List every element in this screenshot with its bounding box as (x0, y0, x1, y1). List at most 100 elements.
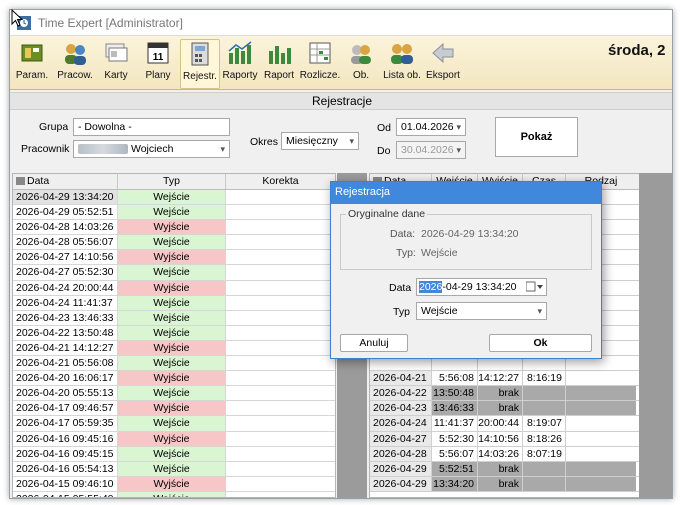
registration-date: 2026-04-29 05:52:51 (13, 205, 118, 220)
daily-row[interactable]: 2026-04-28 5:56:07 14:03:26 8:07:19 (370, 446, 672, 462)
registration-type: Wyjście (118, 250, 226, 265)
daily-row[interactable]: 2026-04-21 5:56:08 14:12:27 8:16:19 (370, 371, 672, 387)
daily-row[interactable]: 2026-04-29 13:34:20 brak (370, 476, 672, 492)
daily-kind (566, 386, 636, 401)
registration-correction (226, 281, 335, 295)
registration-dialog: Rejestracja Oryginalne dane Data: 2026-0… (330, 181, 602, 359)
registration-type: Wejście (118, 235, 226, 250)
daily-time (523, 476, 566, 491)
attendance-list-icon (391, 44, 413, 64)
toolbar-button-rejestr[interactable]: Rejestr. (180, 39, 220, 89)
toolbar-button-rozlicze[interactable]: Rozlicze. (299, 39, 341, 89)
daily-row[interactable]: 2026-04-22 13:50:48 brak (370, 386, 672, 402)
registration-row[interactable]: 2026-04-17 09:46:57 Wyjście (13, 401, 335, 417)
registration-date: 2026-04-20 16:06:17 (13, 371, 118, 386)
toolbar-button-ob[interactable]: Ob. (344, 39, 378, 89)
daily-out: brak (478, 461, 523, 476)
registration-date: 2026-04-16 09:45:16 (13, 431, 118, 446)
daily-in: 5:56:07 (432, 446, 478, 461)
chevron-down-icon: ▾ (537, 306, 542, 316)
registration-row[interactable]: 2026-04-16 09:45:15 Wejście (13, 446, 335, 462)
original-data-group: Oryginalne dane Data: 2026-04-29 13:34:2… (340, 208, 592, 270)
column-header-typ[interactable]: Typ (118, 174, 226, 189)
registration-row[interactable]: 2026-04-21 05:56:08 Wejście (13, 356, 335, 372)
registration-type: Wejście (118, 446, 226, 461)
registration-correction (226, 416, 335, 430)
toolbar-button-eksport[interactable]: Eksport (424, 39, 462, 89)
daily-kind (566, 476, 636, 491)
daily-row[interactable]: 2026-04-27 5:52:30 14:10:56 8:18:26 (370, 431, 672, 447)
daily-time (523, 461, 566, 476)
registration-row[interactable]: 2026-04-20 05:55:13 Wejście (13, 386, 335, 402)
pracownik-select[interactable]: Wojciech ▾ (73, 140, 230, 158)
registration-date: 2026-04-20 05:55:13 (13, 386, 118, 401)
calendar-icon: 11 (147, 42, 169, 64)
window-title: Time Expert [Administrator] (38, 16, 183, 30)
section-title: Rejestracje (10, 92, 672, 110)
daily-row[interactable]: 2026-04-23 13:46:33 brak (370, 401, 672, 417)
column-header-korekta[interactable]: Korekta (226, 174, 335, 189)
toolbar-button-raporty[interactable]: Raporty (220, 39, 260, 89)
ok-button[interactable]: Ok (489, 334, 592, 352)
okres-select[interactable]: Miesięczny ▾ (281, 132, 359, 150)
registration-row[interactable]: 2026-04-16 09:45:16 Wyjście (13, 431, 335, 447)
daily-row[interactable]: 2026-04-24 11:41:37 20:00:44 8:19:07 (370, 416, 672, 432)
daily-time: 8:16:19 (523, 371, 566, 386)
registration-row[interactable]: 2026-04-28 14:03:26 Wyjście (13, 220, 335, 236)
toolbar-button-param[interactable]: Param. (12, 39, 52, 89)
registrations-rows: 2026-04-29 13:34:20 Wejście 2026-04-29 05:… (13, 190, 335, 497)
attendance-icon (351, 45, 371, 64)
typ-select[interactable]: Wejście ▾ (416, 302, 547, 320)
registration-date: 2026-04-27 05:52:30 (13, 265, 118, 280)
registration-correction (226, 190, 335, 204)
daily-in: 13:46:33 (432, 401, 478, 416)
registration-correction (226, 447, 335, 461)
daily-out: 14:10:56 (478, 431, 523, 446)
od-date-picker[interactable]: 01.04.2026 ▾ (396, 118, 466, 136)
registration-row[interactable]: 2026-04-27 05:52:30 Wejście (13, 265, 335, 281)
registration-type: Wyjście (118, 340, 226, 356)
toolbar-button-raport[interactable]: Raport (262, 39, 296, 89)
registration-row[interactable]: 2026-04-29 13:34:20 Wejście (13, 190, 335, 206)
registration-row[interactable]: 2026-04-24 20:00:44 Wyjście (13, 280, 335, 296)
registration-row[interactable]: 2026-04-22 13:50:48 Wejście (13, 325, 335, 341)
pracownik-label: Pracownik (21, 143, 70, 155)
registration-row[interactable]: 2026-04-27 14:10:56 Wyjście (13, 250, 335, 266)
toolbar-button-plany[interactable]: 11 Plany (140, 39, 176, 89)
registration-correction (226, 432, 335, 446)
registration-correction (226, 235, 335, 249)
cancel-button[interactable]: Anuluj (340, 334, 408, 352)
registration-row[interactable]: 2026-04-23 13:46:33 Wejście (13, 310, 335, 326)
registration-row[interactable]: 2026-04-20 16:06:17 Wyjście (13, 371, 335, 387)
registration-correction (226, 296, 335, 310)
column-header-data[interactable]: Data (13, 174, 118, 189)
daily-out: brak (478, 386, 523, 401)
registration-row[interactable]: 2026-04-21 14:12:27 Wyjście (13, 340, 335, 357)
do-label: Do (377, 145, 391, 157)
show-button[interactable]: Pokaż (495, 117, 578, 157)
registration-row[interactable]: 2026-04-29 05:52:51 Wejście (13, 205, 335, 221)
daily-in: 5:52:51 (432, 461, 478, 476)
toolbar-button-karty[interactable]: Karty (98, 39, 134, 89)
registration-row[interactable]: 2026-04-15 05:55:40Wejście (13, 491, 335, 497)
daily-row[interactable]: 2026-04-29 5:52:51 brak (370, 461, 672, 477)
data-datetime-picker[interactable]: 2026-04-29 13:34:20 (416, 278, 547, 296)
registration-date: 2026-04-28 14:03:26 (13, 220, 118, 235)
do-date-picker[interactable]: 30.04.2026 ▾ (396, 141, 466, 159)
toolbar-button-pracow[interactable]: Pracow. (54, 39, 96, 89)
daily-date: 2026-04-28 (370, 446, 432, 461)
registration-correction (226, 311, 335, 325)
report-chart-icon (269, 46, 291, 64)
registration-row[interactable]: 2026-04-24 11:41:37 Wejście (13, 295, 335, 311)
registration-row[interactable]: 2026-04-28 05:56:07 Wejście (13, 235, 335, 251)
column-sort-icon (16, 177, 25, 185)
registration-row[interactable]: 2026-04-16 05:54:13 Wejście (13, 461, 335, 477)
daily-date: 2026-04-29 (370, 461, 432, 476)
registration-date: 2026-04-24 20:00:44 (13, 280, 118, 295)
data-selected-part: 2026 (419, 281, 443, 293)
registration-row[interactable]: 2026-04-15 09:46:10 Wyjście (13, 476, 335, 492)
od-label: Od (377, 122, 392, 134)
registration-row[interactable]: 2026-04-17 05:59:35 Wejście (13, 416, 335, 432)
toolbar-button-lista-ob[interactable]: Lista ob. (380, 39, 424, 89)
grupa-field[interactable]: - Dowolna - (73, 118, 230, 136)
